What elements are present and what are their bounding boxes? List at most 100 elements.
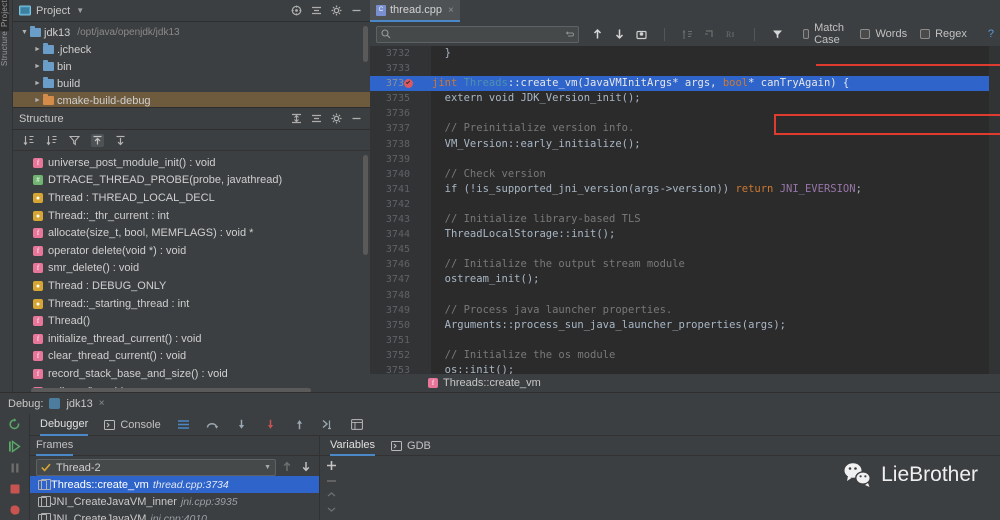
target-icon[interactable]	[291, 5, 302, 16]
frame-row-selected[interactable]: Threads::create_vm thread.cpp:3734	[30, 476, 319, 493]
code-line[interactable]: 3749 // Process java launcher properties…	[370, 303, 1000, 318]
filter-icon[interactable]	[68, 135, 81, 146]
force-step-into-icon[interactable]	[264, 419, 277, 430]
tab-variables[interactable]: Variables	[330, 436, 376, 456]
frame-up-icon[interactable]	[282, 461, 292, 472]
code-line[interactable]: 3747 ostream_init();	[370, 272, 1000, 287]
code-line-highlighted[interactable]: 3734 jint Threads::create_vm(JavaVMInitAr…	[370, 76, 1000, 92]
structure-item[interactable]: ● Thread : THREAD_LOCAL_DECL	[13, 189, 370, 207]
chevron-down-icon[interactable]: ▼	[264, 464, 271, 471]
left-strip-tab-structure[interactable]: Structure	[0, 31, 9, 70]
add-watch-icon[interactable]	[326, 460, 337, 471]
editor-tab-thread-cpp[interactable]: C thread.cpp ×	[370, 0, 460, 22]
collapse-all-icon[interactable]	[311, 113, 322, 124]
minimize-icon[interactable]	[351, 113, 362, 124]
tab-console[interactable]: Console	[104, 414, 161, 436]
tree-row[interactable]: ► bin	[13, 58, 370, 75]
stop-icon[interactable]	[9, 483, 21, 495]
scroll-to-source-icon[interactable]	[115, 135, 126, 146]
gear-icon[interactable]	[331, 113, 342, 124]
code-line[interactable]: 3744 ThreadLocalStorage::init();	[370, 227, 1000, 242]
thread-selector[interactable]: Thread-2 ▼	[36, 459, 276, 476]
code-line[interactable]: 3740 // Check version	[370, 167, 1000, 182]
chevron-collapsed-icon[interactable]: ►	[32, 80, 43, 87]
minimize-icon[interactable]	[351, 5, 362, 16]
structure-item[interactable]: f clear_thread_current() : void	[13, 348, 370, 366]
code-line[interactable]: 3739	[370, 152, 1000, 167]
code-line[interactable]: 3742	[370, 197, 1000, 212]
close-icon[interactable]: ×	[448, 5, 454, 16]
remove-watch-icon[interactable]	[326, 479, 337, 483]
code-line[interactable]: 3732 }	[370, 46, 1000, 61]
step-out-icon[interactable]	[293, 419, 306, 430]
left-strip-tab-project[interactable]: Project	[0, 0, 9, 31]
tree-row[interactable]: ▼ jdk13 /opt/java/openjdk/jdk13	[13, 24, 370, 41]
gear-icon[interactable]	[331, 5, 342, 16]
editor-scrollbar[interactable]	[989, 46, 1000, 392]
tab-debugger[interactable]: Debugger	[40, 414, 89, 436]
code-line[interactable]: 3735 extern void JDK_Version_init();	[370, 91, 1000, 106]
filter-icon[interactable]	[772, 29, 783, 40]
tab-gdb[interactable]: GDB	[391, 436, 431, 456]
structure-item[interactable]: f initialize_thread_current() : void	[13, 330, 370, 348]
up-icon[interactable]	[326, 491, 337, 498]
structure-item[interactable]: ● Thread : DEBUG_ONLY	[13, 277, 370, 295]
rerun-icon[interactable]	[8, 418, 21, 431]
code-line[interactable]: 3746 // Initialize the output stream mod…	[370, 257, 1000, 272]
structure-item[interactable]: f record_stack_base_and_size() : void	[13, 365, 370, 383]
code-line[interactable]: 3745	[370, 242, 1000, 257]
regex-checkbox[interactable]: Regex	[920, 28, 967, 40]
chevron-collapsed-icon[interactable]: ►	[32, 97, 43, 104]
frame-row[interactable]: JNI_CreateJavaVM_inner jni.cpp:3935	[30, 493, 319, 510]
run-to-cursor-icon[interactable]	[322, 419, 335, 430]
step-over-icon[interactable]	[206, 419, 219, 430]
structure-item[interactable]: ● Thread::_thr_current : int	[13, 207, 370, 225]
code-line[interactable]: 3738 VM_Version::early_initialize();	[370, 137, 1000, 152]
layout-icon[interactable]	[177, 419, 190, 430]
tree-row[interactable]: ► .jcheck	[13, 41, 370, 58]
code-line[interactable]: 3752 // Initialize the os module	[370, 348, 1000, 363]
structure-item[interactable]: # DTRACE_THREAD_PROBE(probe, javathread)	[13, 172, 370, 190]
scroll-from-source-icon[interactable]	[91, 133, 104, 147]
structure-item[interactable]: f Thread()	[13, 312, 370, 330]
code-line[interactable]: 3743 // Initialize library-based TLS	[370, 212, 1000, 227]
chevron-expanded-icon[interactable]: ▼	[19, 29, 30, 36]
prev-occurrence-icon[interactable]	[592, 28, 603, 40]
chevron-collapsed-icon[interactable]: ►	[32, 46, 43, 53]
structure-item[interactable]: f universe_post_module_init() : void	[13, 154, 370, 172]
chevron-down-icon[interactable]: ▼	[76, 6, 84, 15]
project-scrollbar[interactable]	[363, 26, 368, 62]
code-line[interactable]: 3737 // Preinitialize version info.	[370, 121, 1000, 136]
evaluate-expression-icon[interactable]	[350, 419, 363, 430]
code-editor[interactable]: 3732 } 3733 3734 jint Threads::create_vm(Ja…	[370, 46, 1000, 392]
search-history-icon[interactable]	[565, 30, 574, 39]
down-icon[interactable]	[326, 506, 337, 513]
chevron-collapsed-icon[interactable]: ►	[32, 63, 43, 70]
code-line[interactable]: 3748	[370, 288, 1000, 303]
frame-row[interactable]: JNI_CreateJavaVM jni.cpp:4010	[30, 510, 319, 520]
debug-config-name[interactable]: jdk13	[66, 398, 92, 410]
close-icon[interactable]: ×	[99, 398, 105, 409]
expand-all-icon[interactable]	[291, 113, 302, 124]
next-occurrence-icon[interactable]	[614, 28, 625, 40]
help-icon[interactable]: ?	[988, 28, 994, 40]
sort-visibility-icon[interactable]	[46, 135, 58, 146]
select-all-occurrences-icon[interactable]	[635, 29, 647, 40]
structure-item[interactable]: f allocate(size_t, bool, MEMFLAGS) : void…	[13, 224, 370, 242]
match-case-checkbox[interactable]: Match Case	[802, 22, 848, 46]
sort-alpha-icon[interactable]	[23, 135, 35, 146]
code-line[interactable]: 3751	[370, 333, 1000, 348]
search-input[interactable]	[376, 25, 579, 43]
code-line[interactable]: 3736	[370, 106, 1000, 121]
resume-program-icon[interactable]	[8, 440, 21, 453]
structure-vertical-scrollbar[interactable]	[363, 155, 368, 255]
frame-down-icon[interactable]	[301, 461, 311, 472]
structure-item[interactable]: ● Thread::_starting_thread : int	[13, 295, 370, 313]
words-checkbox[interactable]: Words	[860, 28, 907, 40]
step-into-icon[interactable]	[235, 419, 248, 430]
pause-program-icon[interactable]	[9, 462, 21, 474]
tree-row[interactable]: ► build	[13, 75, 370, 92]
code-line[interactable]: 3750 Arguments::process_sun_java_launche…	[370, 318, 1000, 333]
structure-item[interactable]: f operator delete(void *) : void	[13, 242, 370, 260]
breadcrumb[interactable]: f Threads::create_vm	[370, 374, 1000, 392]
